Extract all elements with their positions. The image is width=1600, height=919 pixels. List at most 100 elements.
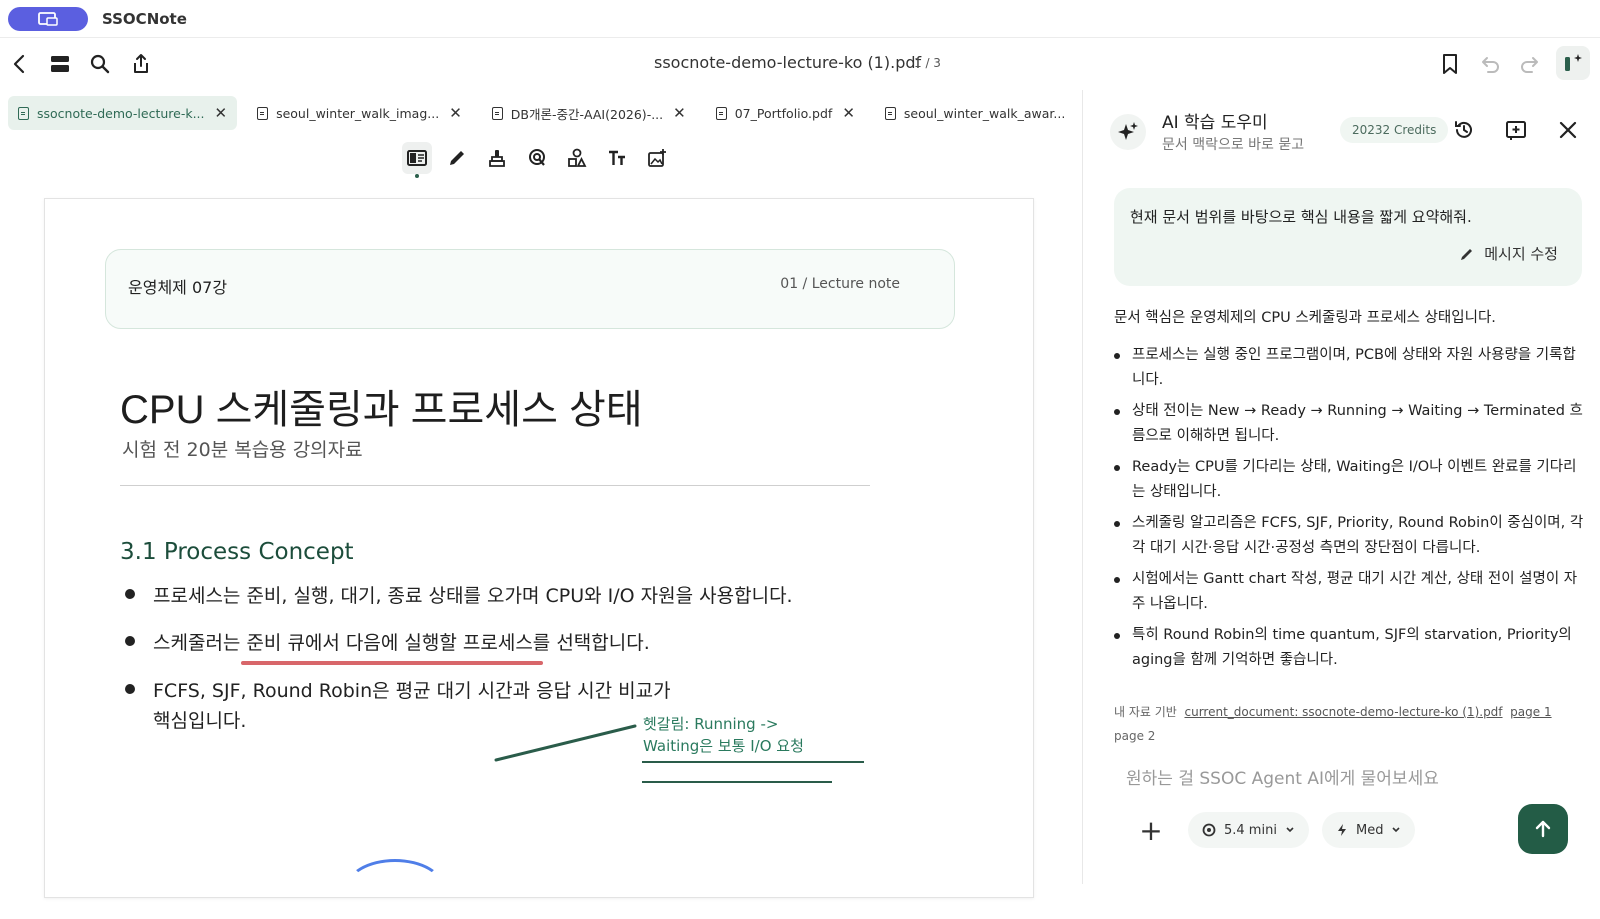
source-document-link[interactable]: current_document: ssocnote-demo-lecture-…: [1184, 705, 1502, 719]
bookmark-icon: [1443, 54, 1457, 74]
history-button[interactable]: [1448, 114, 1480, 146]
ai-panel-title: AI 학습 도우미: [1162, 113, 1268, 133]
model-selector[interactable]: 5.4 mini: [1188, 812, 1309, 848]
answer-intro: 문서 핵심은 운영체제의 CPU 스케줄링과 프로세스 상태입니다.: [1114, 310, 1496, 326]
page-indicator: 1 / 3: [914, 56, 941, 70]
redo-icon: [1521, 57, 1538, 73]
redo-button[interactable]: [1516, 50, 1544, 78]
source-page-link[interactable]: page 1: [1510, 705, 1551, 719]
sparkle-panel-icon: [1565, 54, 1582, 71]
undo-icon: [1482, 57, 1499, 73]
tab-label: seoul_winter_walk_awar...: [903, 105, 1066, 121]
note-line: Waiting은 보통 I/O 요청: [643, 737, 804, 755]
bolt-icon: [1338, 824, 1346, 836]
note-underline: [642, 761, 864, 763]
plus-icon: +: [1139, 813, 1163, 847]
pen-stroke-annotation[interactable]: [45, 199, 1035, 899]
pen-tool-button[interactable]: [442, 142, 472, 174]
ai-answer: 문서 핵심은 운영체제의 CPU 스케줄링과 프로세스 상태입니다. 프로세스는…: [1114, 306, 1584, 679]
tab-label: seoul_winter_walk_imag...: [276, 105, 440, 121]
close-tab-button[interactable]: ✕: [449, 104, 462, 122]
text-tool-button[interactable]: [602, 142, 632, 174]
undo-button[interactable]: [1476, 50, 1504, 78]
ai-panel-header: AI 학습 도우미 문서 맥락으로 바로 묻고 20232 Credits: [1110, 104, 1590, 160]
panel-divider[interactable]: [1082, 90, 1083, 884]
close-tab-button[interactable]: ✕: [673, 104, 686, 122]
ai-panel-subtitle: 문서 맥락으로 바로 묻고: [1162, 137, 1305, 153]
tab-ssocnote-demo-lecture[interactable]: ssocnote-demo-lecture-k... ✕: [8, 96, 238, 130]
answer-point: 시험에서는 Gantt chart 작성, 평균 대기 시간 계산, 상태 전이…: [1114, 567, 1584, 617]
chevron-down-icon: [1392, 827, 1401, 833]
ai-panel-toggle-button[interactable]: [1556, 46, 1590, 80]
stack-icon: [51, 56, 69, 72]
answer-point: 상태 전이는 New → Ready → Running → Waiting →…: [1114, 399, 1584, 449]
share-button[interactable]: [127, 50, 155, 78]
insert-image-button[interactable]: [642, 142, 672, 174]
close-tab-button[interactable]: ✕: [215, 104, 228, 122]
answer-point: 프로세스는 실행 중인 프로그램이며, PCB에 상태와 자원 사용량을 기록합…: [1114, 343, 1584, 393]
app-switcher-button[interactable]: [8, 7, 88, 31]
highlighter-tool-button[interactable]: [482, 142, 512, 174]
search-button[interactable]: [86, 50, 114, 78]
pencil-icon: [1461, 248, 1473, 260]
app-name: SSOCNote: [102, 10, 187, 28]
answer-point: 특히 Round Robin의 time quantum, SJF의 starv…: [1114, 623, 1584, 673]
arrow-up-icon: [1535, 820, 1551, 838]
source-page-link[interactable]: page 2: [1114, 729, 1155, 743]
user-message-text: 현재 문서 범위를 바탕으로 핵심 내용을 짧게 요약해줘.: [1130, 208, 1472, 226]
document-toolbar: ssocnote-demo-lecture-ko (1).pdf 1 / 3: [0, 38, 1600, 90]
document-icon: [257, 106, 269, 120]
model-label: 5.4 mini: [1224, 822, 1277, 838]
source-prefix: 내 자료 기반: [1114, 705, 1177, 719]
effort-selector[interactable]: Med: [1322, 812, 1416, 848]
document-title: ssocnote-demo-lecture-ko (1).pdf: [654, 53, 922, 72]
history-icon: [1455, 121, 1472, 138]
tab-seoul-winter-walk-award[interactable]: seoul_winter_walk_awar...: [875, 96, 1075, 130]
send-button[interactable]: [1518, 804, 1568, 854]
monitor-icon: [38, 12, 58, 26]
answer-point: Ready는 CPU를 기다리는 상태, Waiting은 I/O나 이벤트 완…: [1114, 455, 1584, 505]
close-tab-button[interactable]: ✕: [842, 104, 855, 122]
tab-portfolio[interactable]: 07_Portfolio.pdf ✕: [706, 96, 865, 130]
reader-mode-button[interactable]: [402, 142, 432, 178]
model-icon: [1202, 823, 1216, 837]
add-image-icon: [648, 149, 666, 167]
attach-button[interactable]: +: [1136, 812, 1166, 848]
tab-db-midterm[interactable]: DB개론-중간-AAI(2026)-... ✕: [482, 96, 696, 130]
shapes-tool-button[interactable]: [562, 142, 592, 174]
bookmark-button[interactable]: [1436, 50, 1464, 78]
highlighter-icon: [489, 150, 505, 167]
library-button[interactable]: [46, 50, 74, 78]
chevron-left-icon: [13, 54, 25, 74]
pencil-icon: [450, 151, 464, 165]
answer-point: 스케줄링 알고리즘은 FCFS, SJF, Priority, Round Ro…: [1114, 511, 1584, 561]
document-icon: [491, 106, 503, 120]
chevron-down-icon: [1286, 827, 1294, 833]
share-icon: [134, 54, 148, 73]
chat-input[interactable]: 원하는 걸 SSOC Agent AI에게 물어보세요: [1126, 764, 1439, 789]
new-chat-button[interactable]: [1500, 114, 1532, 146]
effort-label: Med: [1356, 822, 1384, 838]
pdf-page[interactable]: 운영체제 07강 01 / Lecture note CPU 스케줄링과 프로세…: [44, 198, 1034, 898]
annotation-toolbar: [402, 142, 672, 178]
tab-seoul-winter-walk-image[interactable]: seoul_winter_walk_imag... ✕: [247, 96, 472, 130]
app-bar: SSOCNote: [0, 0, 1600, 38]
edit-message-button[interactable]: 메시지 수정: [1460, 243, 1558, 264]
blue-circle-annotation[interactable]: [345, 859, 445, 919]
handwritten-note[interactable]: 헷갈림: Running -> Waiting은 보통 I/O 요청: [643, 713, 804, 757]
document-tabs: ssocnote-demo-lecture-k... ✕ seoul_winte…: [8, 96, 1068, 132]
back-button[interactable]: [6, 50, 34, 78]
text-size-icon: [609, 150, 625, 165]
document-icon: [884, 106, 896, 120]
user-message-bubble: 현재 문서 범위를 바탕으로 핵심 내용을 짧게 요약해줘. 메시지 수정: [1114, 188, 1582, 286]
search-icon: [90, 54, 110, 74]
close-panel-button[interactable]: [1552, 114, 1584, 146]
lasso-icon: [529, 149, 545, 166]
note-line: 헷갈림: Running ->: [643, 715, 779, 733]
tab-label: DB개론-중간-AAI(2026)-...: [510, 106, 664, 122]
sparkle-icon: [1110, 114, 1146, 150]
lasso-tool-button[interactable]: [522, 142, 552, 174]
close-icon: [1559, 121, 1577, 139]
tab-label: 07_Portfolio.pdf: [734, 105, 833, 121]
tab-label: ssocnote-demo-lecture-k...: [37, 105, 205, 121]
